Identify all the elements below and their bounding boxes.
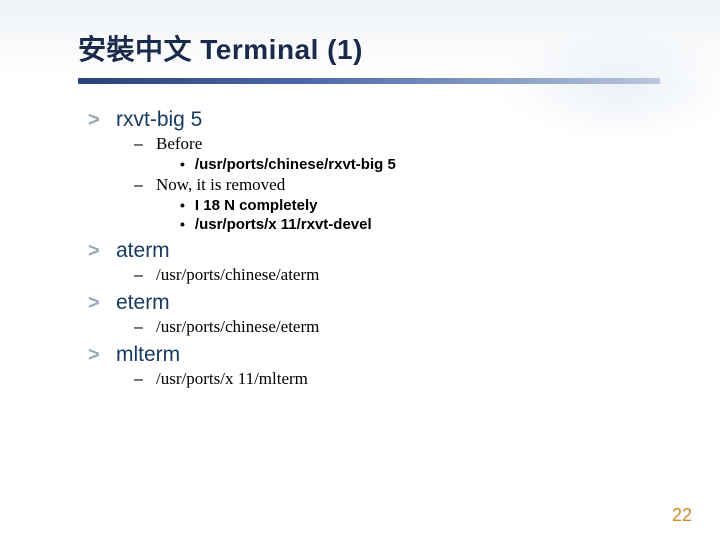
bullet-icon: •	[180, 197, 185, 213]
dash-icon: –	[134, 371, 146, 389]
sub-item-label: Now, it is removed	[156, 175, 285, 195]
page-number: 22	[672, 505, 692, 526]
section-heading: > eterm	[88, 291, 660, 315]
sub-item-label: /usr/ports/chinese/aterm	[156, 265, 319, 285]
bullet-icon: •	[180, 216, 185, 232]
sub-item: – Before	[134, 134, 660, 154]
section-text: eterm	[116, 291, 170, 315]
dash-icon: –	[134, 267, 146, 285]
sub-item: – Now, it is removed	[134, 175, 660, 195]
section-text: rxvt-big 5	[116, 108, 202, 132]
dash-icon: –	[134, 177, 146, 195]
sub-item-label: /usr/ports/chinese/eterm	[156, 317, 319, 337]
section-heading: > mlterm	[88, 343, 660, 367]
bullet-text: /usr/ports/x 11/rxvt-devel	[195, 216, 372, 233]
chevron-right-icon: >	[88, 344, 106, 367]
sub-item: – /usr/ports/chinese/aterm	[134, 265, 660, 285]
sub-item: – /usr/ports/chinese/eterm	[134, 317, 660, 337]
content-area: > rxvt-big 5 – Before • /usr/ports/chine…	[0, 84, 720, 389]
chevron-right-icon: >	[88, 292, 106, 315]
section-text: aterm	[116, 239, 170, 263]
chevron-right-icon: >	[88, 240, 106, 263]
page-title: 安裝中文 Terminal (1)	[0, 28, 720, 78]
chevron-right-icon: >	[88, 109, 106, 132]
bullet-item: • /usr/ports/x 11/rxvt-devel	[180, 216, 660, 233]
bullet-item: • /usr/ports/chinese/rxvt-big 5	[180, 156, 660, 173]
sub-item-label: /usr/ports/x 11/mlterm	[156, 369, 308, 389]
section-heading: > aterm	[88, 239, 660, 263]
bullet-icon: •	[180, 156, 185, 172]
slide: 安裝中文 Terminal (1) > rxvt-big 5 – Before …	[0, 0, 720, 540]
dash-icon: –	[134, 319, 146, 337]
dash-icon: –	[134, 136, 146, 154]
section-text: mlterm	[116, 343, 180, 367]
sub-item-label: Before	[156, 134, 202, 154]
bullet-text: I 18 N completely	[195, 197, 318, 214]
section-heading: > rxvt-big 5	[88, 108, 660, 132]
bullet-text: /usr/ports/chinese/rxvt-big 5	[195, 156, 396, 173]
sub-item: – /usr/ports/x 11/mlterm	[134, 369, 660, 389]
bullet-item: • I 18 N completely	[180, 197, 660, 214]
